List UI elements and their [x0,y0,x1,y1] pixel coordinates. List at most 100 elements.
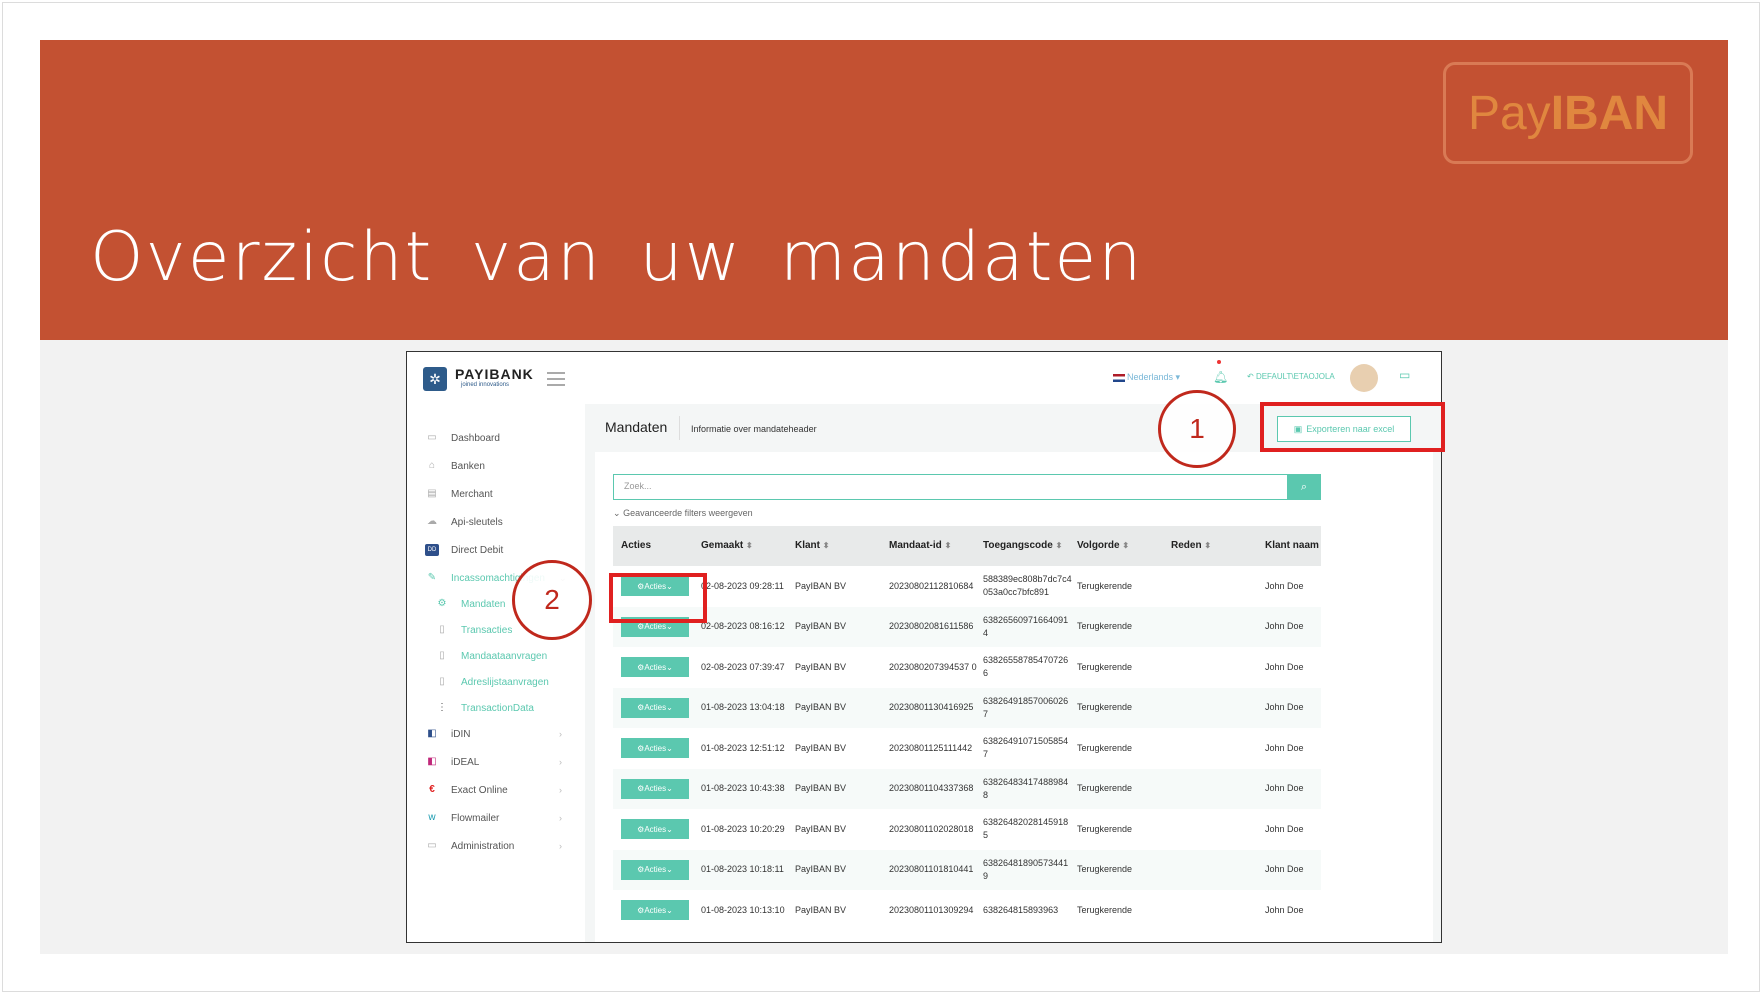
highlight-actions [609,573,707,623]
avatar[interactable] [1350,364,1378,392]
sidebar-item-banken[interactable]: ⌂ Banken [407,456,585,476]
chat-icon[interactable]: ▭ [1399,368,1410,382]
col-label: Mandaat-id [889,540,942,551]
cell-acties: ⚙ Acties ⌄ [621,728,697,769]
cell-value: 01-08-2023 10:20:29 [701,823,785,834]
sidebar-item-label: Banken [451,460,485,472]
col-reden[interactable]: Reden ⬍ [1171,540,1211,551]
col-mandaat-id[interactable]: Mandaat-id ⬍ [889,540,951,551]
actions-button[interactable]: ⚙ Acties ⌄ [621,738,689,759]
col-toegangscode[interactable]: Toegangscode ⬍ [983,540,1062,551]
cell-value: John Doe [1265,864,1304,875]
menu-toggle-icon[interactable] [547,372,565,390]
top-bar: ✲ PAYIBANK joined innovations Nederlands… [407,352,1441,405]
cell-value: 01-08-2023 10:13:10 [701,904,785,915]
sort-icon: ⬍ [944,541,952,550]
cell-klant: PayIBAN BV [795,850,885,891]
search-icon[interactable]: ⌕ [1287,474,1321,500]
cell-acties: ⚙ Acties ⌄ [621,890,697,931]
actions-button[interactable]: ⚙ Acties ⌄ [621,778,689,799]
sidebar-item-exact-online[interactable]: € Exact Online › [407,780,585,800]
cell-value: 20230802112810684 [889,580,974,591]
cell-acties: ⚙ Acties ⌄ [621,688,697,729]
sort-icon: ⬍ [822,541,830,550]
sidebar-item-transactiondata[interactable]: ⋮ TransactionData [407,698,585,718]
cell-value: 20230801125111442 [889,742,973,753]
search-input[interactable]: Zoek... [613,474,1289,500]
chevron-right-icon: › [559,757,562,767]
table-row: ⚙ Acties ⌄ 01-08-2023 10:18:11 PayIBAN BV 2… [613,849,1321,891]
logo-text: PayIBAN [1468,86,1668,141]
cell-code: 638264815893963 [983,890,1073,931]
sidebar-item-administration[interactable]: ▭ Administration › [407,836,585,856]
actions-button[interactable]: ⚙ Acties ⌄ [621,900,689,921]
cell-gemaakt: 02-08-2023 07:39:47 [701,647,791,688]
sidebar-item-flowmailer[interactable]: w Flowmailer › [407,808,585,828]
cell-volgorde: Terugkerende [1077,809,1167,850]
cell-volgorde: Terugkerende [1077,890,1167,931]
chevron-right-icon: › [559,841,562,851]
cell-code: 638264834174889848 [983,769,1073,810]
actions-button[interactable]: ⚙ Acties ⌄ [621,819,689,840]
advanced-filters-toggle[interactable]: ⌄ Geavanceerde filters weergeven [613,508,753,519]
cell-code: 638264918570060267 [983,688,1073,729]
sidebar-item-mandaataanvragen[interactable]: ▯ Mandaataanvragen [407,646,585,666]
cell-value: 638264815893963 [983,904,1059,915]
settings-icon: ⚙ [637,824,645,834]
cell-value: Terugkerende [1077,580,1133,591]
col-acties: Acties [621,540,651,551]
cell-acties: ⚙ Acties ⌄ [621,769,697,810]
cell-value: PayIBAN BV [795,823,847,834]
bell-icon[interactable]: 🔔︎ [1213,370,1228,384]
actions-label: Acties [644,662,667,672]
sidebar-item-merchant[interactable]: ▤ Merchant [407,484,585,504]
actions-button[interactable]: ⚙ Acties ⌄ [621,859,689,880]
sidebar-item-dashboard[interactable]: ▭ Dashboard [407,428,585,448]
col-gemaakt[interactable]: Gemaakt ⬍ [701,540,753,551]
cell-gemaakt: 01-08-2023 12:51:12 [701,728,791,769]
logo-iban: IBAN [1550,86,1669,140]
sidebar-item-label: Merchant [451,488,493,500]
cell-volgorde: Terugkerende [1077,566,1167,607]
cell-volgorde: Terugkerende [1077,688,1167,729]
cell-naam: John Doe [1265,688,1321,729]
sidebar-item-label: iDIN [451,728,471,740]
language-selector[interactable]: Nederlands ▾ [1113,372,1180,383]
user-switch[interactable]: ↶ DEFAULT\ETAOJOLA [1247,372,1335,381]
cell-gemaakt: 01-08-2023 10:18:11 [701,850,791,891]
cell-value: PayIBAN BV [795,864,847,875]
cell-reden [1171,566,1261,607]
col-klant[interactable]: Klant ⬍ [795,540,829,551]
col-volgorde[interactable]: Volgorde ⬍ [1077,540,1129,551]
cell-value: 2023080207394537 0 [889,661,977,672]
sidebar-item-api-sleutels[interactable]: ☁ Api-sleutels [407,512,585,532]
sidebar-item-idin[interactable]: ◧ iDIN › [407,724,585,744]
sidebar-item-label: TransactionData [461,702,534,714]
cell-value: 638264918570060267 [983,695,1069,719]
sidebar-item-label: Exact Online [451,784,508,796]
actions-label: Acties [644,703,667,713]
actions-button[interactable]: ⚙ Acties ⌄ [621,657,689,678]
admin-icon: ▭ [427,840,437,851]
chevron-down-icon: ⌄ [666,662,673,672]
cell-volgorde: Terugkerende [1077,769,1167,810]
sidebar-item-adreslijstaanvragen[interactable]: ▯ Adreslijstaanvragen [407,672,585,692]
cell-value: PayIBAN BV [795,904,847,915]
actions-button[interactable]: ⚙ Acties ⌄ [621,697,689,718]
sidebar-item-ideal[interactable]: ◧ iDEAL › [407,752,585,772]
cell-code: 638264818905734419 [983,850,1073,891]
brand-logo-icon[interactable]: ✲ [423,367,447,391]
merchant-icon: ▤ [427,488,437,499]
cell-value: John Doe [1265,661,1304,672]
sort-icon: ⬍ [746,541,753,550]
cell-value: John Doe [1265,904,1304,915]
cell-value: PayIBAN BV [795,580,847,591]
sidebar-item-direct-debit[interactable]: DD Direct Debit [407,540,585,560]
chevron-down-icon: ⌄ [613,508,621,518]
cell-klant: PayIBAN BV [795,607,885,648]
cell-naam: John Doe [1265,566,1321,607]
sort-icon: ⬍ [1055,541,1063,550]
cell-value: PayIBAN BV [795,661,847,672]
sidebar-item-label: iDEAL [451,756,480,768]
mandates-table: Acties Gemaakt ⬍ Klant ⬍ Mandaat-id ⬍ To… [613,526,1321,931]
